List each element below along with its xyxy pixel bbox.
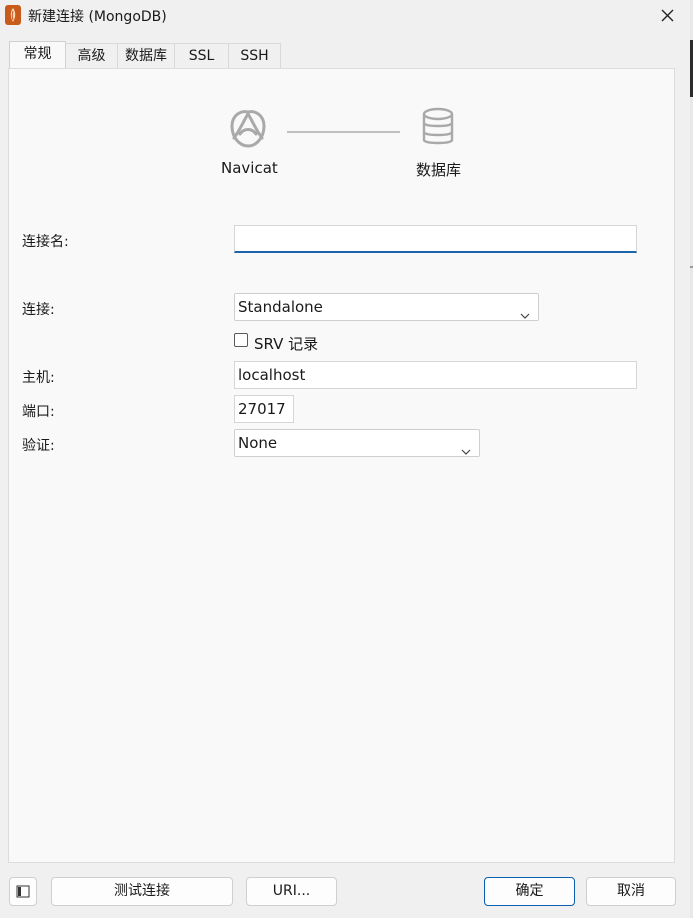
chevron-down-icon: [461, 438, 471, 455]
test-connection-button[interactable]: 测试连接: [51, 877, 233, 906]
auth-label: 验证:: [22, 438, 55, 454]
host-label: 主机:: [22, 370, 55, 386]
connector-line: [287, 131, 400, 133]
connection-type-select[interactable]: Standalone: [234, 293, 539, 321]
database-icon: [420, 106, 456, 150]
uri-button[interactable]: URI...: [246, 877, 337, 906]
connection-name-input[interactable]: [234, 225, 637, 253]
host-input[interactable]: localhost: [234, 361, 637, 389]
srv-record-label: SRV 记录: [254, 335, 319, 353]
diagram-database-label: 数据库: [416, 161, 462, 179]
tab-advanced[interactable]: 高级: [65, 43, 118, 68]
general-panel: [8, 68, 675, 863]
navicat-icon: [226, 106, 270, 150]
connection-type-label: 连接:: [22, 302, 55, 318]
tab-database[interactable]: 数据库: [117, 43, 175, 68]
auth-select[interactable]: None: [234, 429, 480, 457]
tab-general[interactable]: 常规: [9, 41, 66, 68]
tab-ssl[interactable]: SSL: [174, 43, 229, 68]
auth-value: None: [238, 434, 278, 452]
navicat-app-icon: [5, 5, 21, 25]
srv-record-checkbox[interactable]: [234, 333, 248, 347]
port-label: 端口:: [22, 404, 55, 420]
window-title: 新建连接 (MongoDB): [28, 9, 167, 25]
connection-name-label: 连接名:: [22, 234, 69, 250]
sidebar-toggle-icon: [16, 885, 30, 898]
dialog-window: 新建连接 (MongoDB) 常规 高级 数据库 SSL SSH Navicat…: [0, 0, 690, 918]
port-input[interactable]: 27017: [234, 395, 294, 423]
diagram-navicat-label: Navicat: [221, 159, 278, 177]
connection-type-value: Standalone: [238, 298, 323, 316]
cancel-button[interactable]: 取消: [586, 877, 676, 906]
ok-button[interactable]: 确定: [484, 877, 575, 906]
chevron-down-icon: [520, 302, 530, 319]
title-bar: 新建连接 (MongoDB): [0, 0, 690, 32]
close-icon[interactable]: [654, 4, 680, 28]
toggle-sidebar-button[interactable]: [9, 877, 37, 906]
tab-ssh[interactable]: SSH: [228, 43, 281, 68]
